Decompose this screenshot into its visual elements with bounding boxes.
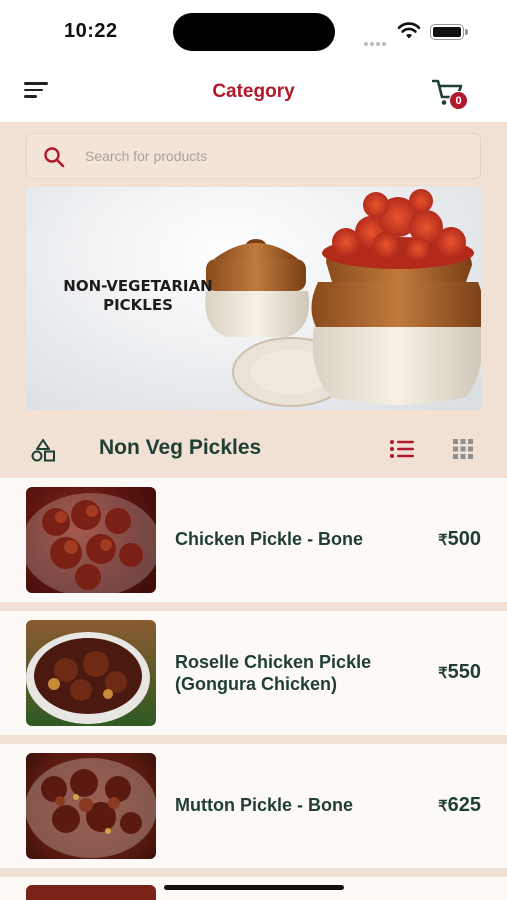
product-name-line: Chicken Pickle - Bone [175, 529, 364, 549]
product-price: ₹625 [438, 794, 481, 817]
product-name-line: Roselle Chicken Pickle [175, 652, 372, 672]
signal-icon [364, 33, 388, 46]
currency-symbol: ₹ [438, 665, 448, 682]
currency-symbol: ₹ [438, 532, 448, 549]
product-name: Chicken Pickle - Bone [175, 528, 405, 550]
section-header: Non Veg Pickles [0, 420, 507, 478]
wifi-icon [397, 22, 421, 39]
price-value: 500 [447, 528, 481, 550]
price-value: 550 [447, 661, 481, 683]
search-bar[interactable] [26, 133, 481, 179]
banner-heading: NON-VEGETARIAN PICKLES [40, 277, 236, 315]
status-time: 10:22 [64, 20, 118, 42]
app-header: Category 0 [0, 66, 507, 122]
product-price: ₹500 [438, 528, 481, 551]
product-name: Mutton Pickle - Bone [175, 794, 405, 816]
status-bar: 10:22 [0, 0, 507, 66]
currency-symbol: ₹ [438, 798, 448, 815]
battery-icon [430, 24, 468, 40]
product-image [26, 753, 156, 859]
product-name-line: Mutton Pickle - Bone [175, 795, 354, 815]
banner-line-2: PICKLES [103, 296, 173, 314]
product-row[interactable]: Mutton Pickle - Bone ₹625 [0, 744, 507, 868]
product-price: ₹550 [438, 661, 481, 684]
cart-count-badge: 0 [449, 91, 468, 110]
product-name-line: (Gongura Chicken) [175, 674, 338, 694]
product-row[interactable]: Roselle Chicken Pickle (Gongura Chicken)… [0, 611, 507, 735]
search-input[interactable] [85, 134, 465, 178]
category-banner: NON-VEGETARIAN PICKLES [26, 187, 481, 410]
section-title: Non Veg Pickles [99, 436, 262, 459]
product-image [26, 487, 156, 593]
product-name: Roselle Chicken Pickle (Gongura Chicken) [175, 651, 405, 695]
product-image [26, 885, 156, 900]
product-row[interactable]: Chicken Pickle - Bone ₹500 [0, 478, 507, 602]
grid-view-icon[interactable] [452, 438, 474, 460]
page-title: Category [212, 81, 295, 102]
search-icon [44, 147, 65, 168]
list-view-icon[interactable] [389, 438, 415, 460]
home-indicator[interactable] [164, 885, 344, 890]
banner-line-1: NON-VEGETARIAN [63, 277, 213, 295]
price-value: 625 [447, 794, 481, 816]
dynamic-island [173, 13, 335, 51]
product-image [26, 620, 156, 726]
category-shapes-icon[interactable] [30, 438, 56, 462]
cart-button[interactable]: 0 [431, 78, 472, 112]
